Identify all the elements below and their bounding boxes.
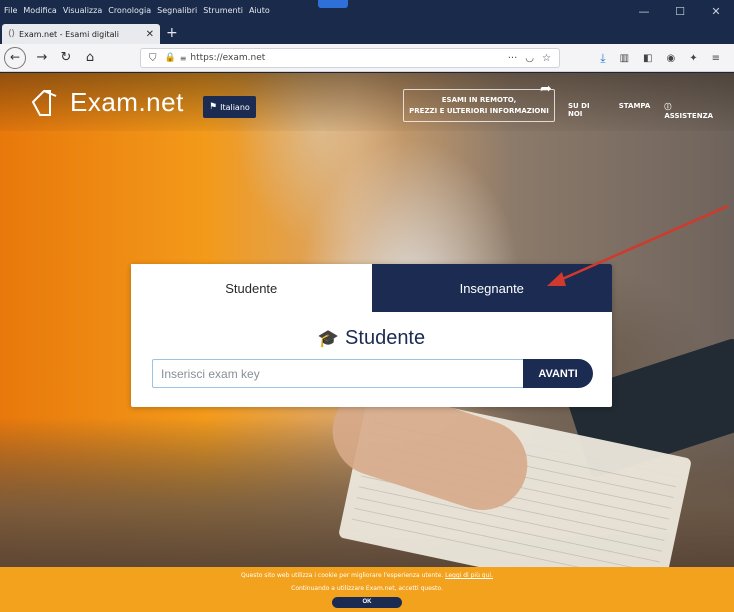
navigation-bar: ← → ↻ ⌂ ⛉ 🔒 ≡ https://exam.net ··· ◡ ☆ ⤓… xyxy=(0,44,734,72)
menu-segnalibri[interactable]: Segnalibri xyxy=(157,6,197,15)
cookie-text: Questo sito web utilizza i cookie per mi… xyxy=(241,572,444,579)
site-logo[interactable]: Exam.net xyxy=(30,87,184,118)
cookie-banner: Questo sito web utilizza i cookie per mi… xyxy=(0,567,734,612)
student-heading-text: Studente xyxy=(345,327,426,349)
page-actions-icon[interactable]: ··· xyxy=(508,53,518,64)
new-tab-button[interactable]: + xyxy=(166,24,178,42)
account-icon[interactable]: ◉ xyxy=(666,53,675,64)
titlebar-decoration xyxy=(318,0,348,8)
permissions-icon[interactable]: ≡ xyxy=(180,54,187,63)
lock-icon[interactable]: 🔒 xyxy=(165,53,176,63)
home-icon[interactable]: ⌂ xyxy=(82,50,98,65)
browser-tab[interactable]: ⟨⟩ Exam.net - Esami digitali ✕ xyxy=(2,24,160,44)
student-heading: 🎓 Studente xyxy=(131,327,612,350)
login-card: Studente Insegnante 🎓 Studente AVANTI xyxy=(131,264,612,407)
menu-aiuto[interactable]: Aiuto xyxy=(249,6,270,15)
submit-button[interactable]: AVANTI xyxy=(523,359,593,388)
language-button[interactable]: ⚑ Italiano xyxy=(203,96,256,118)
tab-close-icon[interactable]: ✕ xyxy=(146,29,154,40)
remote-exams-button[interactable]: ESAMI IN REMOTO, PREZZI E ULTERIORI INFO… xyxy=(403,89,555,122)
menu-bar: File Modifica Visualizza Cronologia Segn… xyxy=(0,0,734,20)
menu-visualizza[interactable]: Visualizza xyxy=(63,6,102,15)
menu-icon[interactable]: ≡ xyxy=(712,53,720,64)
tab-student[interactable]: Studente xyxy=(131,264,372,312)
role-tabs: Studente Insegnante xyxy=(131,264,612,312)
logo-text: Exam.net xyxy=(70,87,184,117)
share-arrow-icon: ➦ xyxy=(540,81,552,97)
cookie-ok-button[interactable]: OK xyxy=(332,597,402,608)
nav-print[interactable]: STAMPA xyxy=(619,102,651,120)
logo-icon xyxy=(30,88,64,118)
favicon-icon: ⟨⟩ xyxy=(8,29,16,39)
library-icon[interactable]: ▥ xyxy=(620,53,629,64)
menu-cronologia[interactable]: Cronologia xyxy=(108,6,151,15)
download-icon[interactable]: ⤓ xyxy=(600,51,605,66)
tracking-shield-icon[interactable]: ⛉ xyxy=(149,53,157,64)
forward-button[interactable]: → xyxy=(34,50,50,65)
extension-icon[interactable]: ✦ xyxy=(689,53,697,64)
menu-strumenti[interactable]: Strumenti xyxy=(203,6,243,15)
cookie-text-line2: Continuando a utilizzare Exam.net, accet… xyxy=(291,585,443,592)
menu-modifica[interactable]: Modifica xyxy=(23,6,56,15)
exam-key-input[interactable] xyxy=(152,359,523,388)
tab-teacher[interactable]: Insegnante xyxy=(371,264,612,312)
header-nav: SU DI NOI STAMPA ⓘ ASSISTENZA xyxy=(568,102,734,120)
address-bar[interactable]: ⛉ 🔒 ≡ https://exam.net ··· ◡ ☆ xyxy=(140,48,560,68)
bookmark-star-icon[interactable]: ☆ xyxy=(542,53,551,64)
menu-file[interactable]: File xyxy=(4,6,17,15)
back-button[interactable]: ← xyxy=(4,46,26,69)
tab-bar: ⟨⟩ Exam.net - Esami digitali ✕ + xyxy=(0,20,734,44)
remote-line2: PREZZI E ULTERIORI INFORMAZIONI xyxy=(409,107,549,115)
nav-support[interactable]: ⓘ ASSISTENZA xyxy=(664,102,720,120)
graduation-cap-icon: 🎓 xyxy=(317,329,340,348)
pocket-icon[interactable]: ◡ xyxy=(525,53,534,64)
toolbar-right: ⤓ ▥ ◧ ◉ ✦ ≡ xyxy=(600,44,734,72)
sidebar-icon[interactable]: ◧ xyxy=(643,53,652,64)
language-label: Italiano xyxy=(220,102,250,112)
nav-about[interactable]: SU DI NOI xyxy=(568,102,605,120)
flag-icon: ⚑ xyxy=(209,102,218,112)
reload-button[interactable]: ↻ xyxy=(58,50,74,65)
page-background: Exam.net ⚑ Italiano ESAMI IN REMOTO, PRE… xyxy=(0,73,734,567)
remote-line1: ESAMI IN REMOTO, xyxy=(441,96,517,104)
cookie-more-link[interactable]: Leggi di più qui. xyxy=(445,572,493,579)
url-text[interactable]: https://exam.net xyxy=(190,53,499,63)
exam-key-row: AVANTI xyxy=(152,359,593,388)
cookie-text-line1: Questo sito web utilizza i cookie per mi… xyxy=(0,572,734,579)
tab-title: Exam.net - Esami digitali xyxy=(19,29,119,39)
